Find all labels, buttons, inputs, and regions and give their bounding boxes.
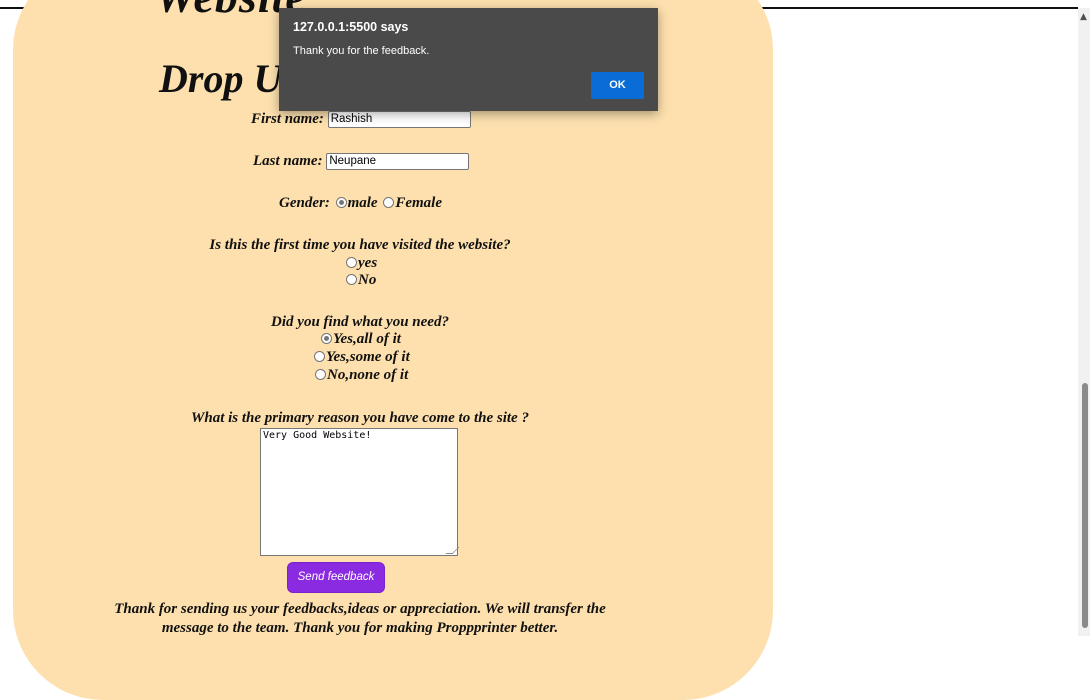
found-question: Did you find what you need? xyxy=(271,314,449,330)
reason-text: Very Good Website! xyxy=(263,430,372,441)
first-visit-no-option: No xyxy=(344,272,376,289)
found-all-label: Yes,all of it xyxy=(333,331,401,347)
found-none-radio[interactable] xyxy=(315,369,326,381)
alert-message: Thank you for the feedback. xyxy=(293,45,430,57)
found-none-option: No,none of it xyxy=(313,367,408,384)
gender-male-label: male xyxy=(347,195,378,211)
resize-grip-icon[interactable] xyxy=(445,547,460,554)
send-feedback-button[interactable]: Send feedback xyxy=(287,562,385,593)
footer-message: Thank for sending us your feedbacks,idea… xyxy=(90,600,630,638)
last-name-row: Last name: Neupane xyxy=(253,153,470,171)
gender-row: Gender: male Female xyxy=(279,195,442,212)
gender-female-radio[interactable] xyxy=(383,197,395,209)
found-all-option: Yes,all of it xyxy=(319,331,401,348)
alert-dialog: 127.0.0.1:5500 says Thank you for the fe… xyxy=(279,8,658,111)
first-visit-no-label: No xyxy=(358,272,377,288)
alert-title: 127.0.0.1:5500 says xyxy=(293,20,409,34)
last-name-input[interactable]: Neupane xyxy=(326,153,470,171)
first-name-input[interactable]: Rashish xyxy=(327,111,471,129)
first-visit-question: Is this the first time you have visited … xyxy=(209,237,511,253)
reason-question: What is the primary reason you have come… xyxy=(191,410,529,426)
found-all-radio[interactable] xyxy=(321,333,332,345)
footer-line-1: Thank for sending us your feedbacks,idea… xyxy=(114,601,606,617)
footer-line-2: message to the team. Thank you for makin… xyxy=(161,620,559,636)
gender-label: Gender: xyxy=(279,195,330,211)
reason-textarea[interactable]: Very Good Website! xyxy=(260,428,460,556)
found-some-option: Yes,some of it xyxy=(312,349,410,366)
first-visit-yes-option: yes xyxy=(344,255,377,272)
scroll-up-icon[interactable]: ▲ xyxy=(1080,12,1087,22)
first-name-label: First name: xyxy=(251,111,324,127)
first-visit-yes-radio[interactable] xyxy=(346,257,357,269)
found-some-radio[interactable] xyxy=(314,351,325,363)
first-name-row: First name: Rashish xyxy=(251,111,471,129)
scrollbar-thumb[interactable] xyxy=(1082,383,1088,628)
gender-female-label: Female xyxy=(395,195,442,211)
alert-ok-button[interactable]: OK xyxy=(591,72,644,99)
last-name-label: Last name: xyxy=(253,153,323,169)
first-visit-no-radio[interactable] xyxy=(346,274,357,286)
found-none-label: No,none of it xyxy=(327,367,409,383)
first-visit-yes-label: yes xyxy=(358,255,378,271)
gender-male-radio[interactable] xyxy=(335,197,347,209)
found-some-label: Yes,some of it xyxy=(326,349,410,365)
